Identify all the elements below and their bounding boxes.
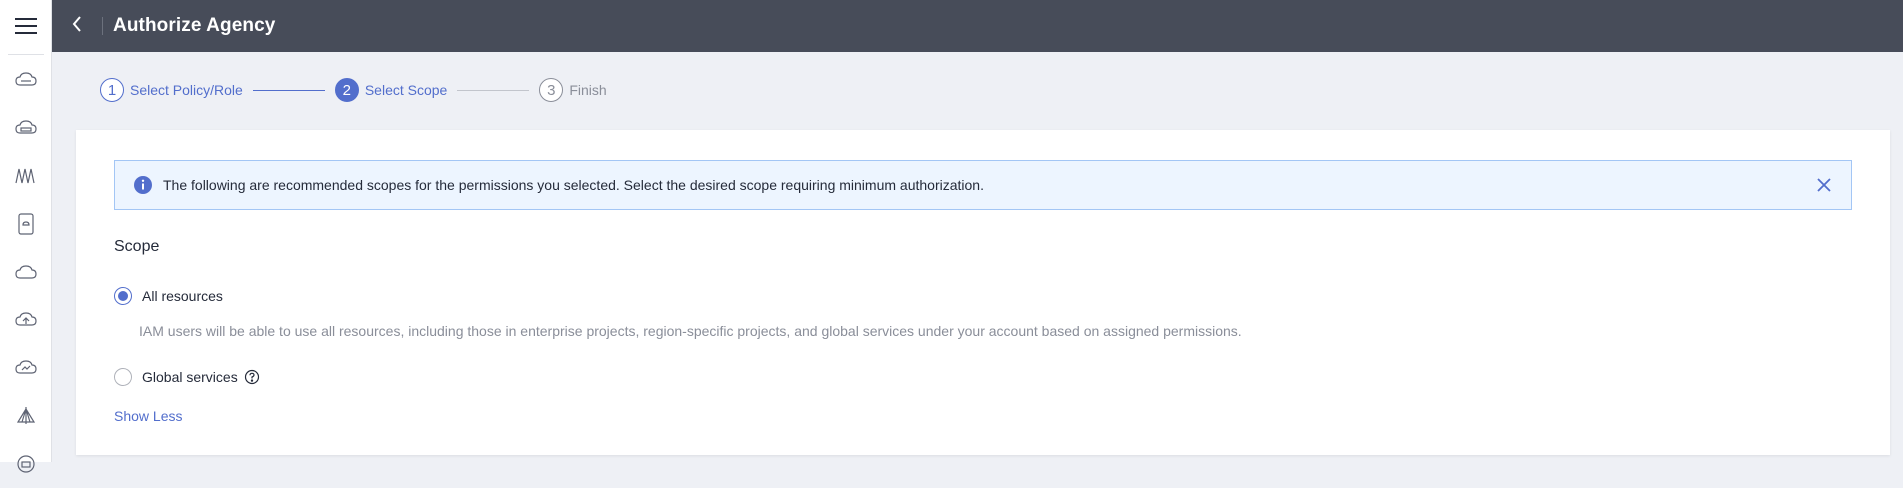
tent-icon[interactable]	[0, 392, 52, 440]
topbar-separator	[102, 17, 103, 35]
step-number: 1	[100, 78, 124, 102]
radio-all-resources[interactable]: All resources	[114, 287, 223, 305]
radio-label: Global services	[142, 369, 238, 385]
question-circle-icon[interactable]	[244, 369, 260, 385]
radio-button[interactable]	[114, 368, 132, 386]
info-icon	[133, 175, 153, 195]
left-rail	[0, 0, 52, 473]
step-connector	[457, 89, 530, 91]
scope-card: The following are recommended scopes for…	[76, 130, 1890, 455]
step-connector	[252, 89, 325, 91]
back-button[interactable]	[52, 0, 102, 52]
radio-global-services[interactable]: Global services	[114, 368, 260, 386]
rail-divider	[8, 54, 44, 55]
step-3: 3 Finish	[539, 78, 607, 102]
cloud-icon[interactable]	[0, 248, 52, 296]
close-icon[interactable]	[1815, 176, 1833, 194]
cloud-monitor-icon[interactable]	[0, 344, 52, 392]
cloud-storage-icon[interactable]	[0, 104, 52, 152]
step-number: 2	[334, 78, 359, 102]
top-bar: Authorize Agency	[52, 0, 1903, 52]
info-alert: The following are recommended scopes for…	[114, 160, 1852, 210]
id-icon[interactable]	[0, 440, 52, 488]
database-icon[interactable]	[0, 200, 52, 248]
all-resources-description: IAM users will be able to use all resour…	[139, 323, 1242, 339]
chevron-left-icon	[72, 15, 82, 37]
page-title: Authorize Agency	[113, 15, 276, 36]
step-1: 1 Select Policy/Role	[100, 78, 243, 102]
step-indicator: 1 Select Policy/Role 2 Select Scope 3 Fi…	[100, 78, 607, 102]
step-2: 2 Select Scope	[334, 78, 448, 102]
cloud-server-icon[interactable]	[0, 56, 52, 104]
step-label: Select Scope	[364, 82, 448, 98]
step-label: Finish	[569, 82, 607, 98]
radio-button[interactable]	[114, 287, 132, 305]
show-less-link[interactable]: Show Less	[114, 408, 182, 424]
step-label: Select Policy/Role	[130, 82, 243, 98]
hamburger-icon[interactable]	[0, 0, 52, 52]
network-icon[interactable]	[0, 152, 52, 200]
step-number: 3	[539, 78, 564, 102]
radio-label: All resources	[142, 288, 223, 304]
alert-text: The following are recommended scopes for…	[163, 177, 984, 193]
scope-title: Scope	[114, 238, 160, 255]
cloud-upload-icon[interactable]	[0, 296, 52, 344]
